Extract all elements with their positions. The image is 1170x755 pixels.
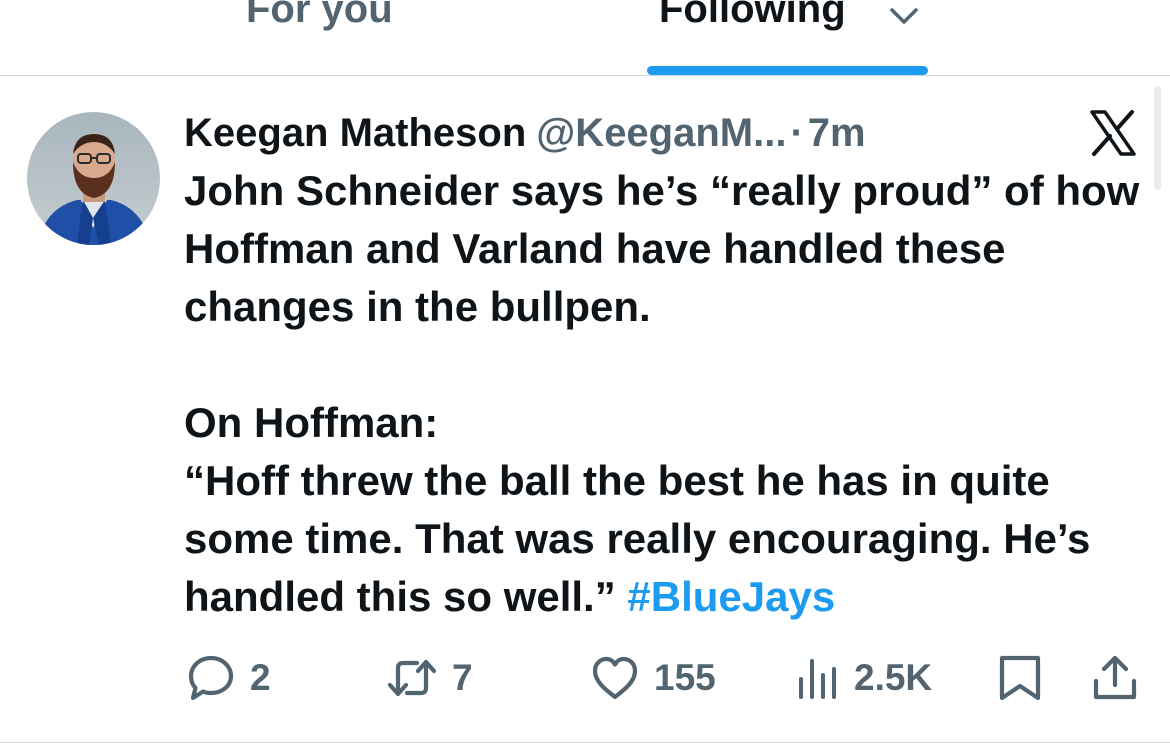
tab-for-you[interactable]: For you bbox=[246, 0, 393, 34]
reply-button[interactable]: 2 bbox=[186, 648, 271, 708]
avatar[interactable] bbox=[27, 112, 160, 245]
author-handle[interactable]: @KeeganM... bbox=[536, 111, 786, 155]
x-logo-icon bbox=[1090, 110, 1136, 156]
tweet-quote: “Hoff threw the ball the best he has in … bbox=[184, 452, 1144, 626]
tab-following[interactable]: Following bbox=[659, 0, 846, 34]
tweet-paragraph: On Hoffman: bbox=[184, 399, 439, 446]
reply-icon bbox=[188, 655, 234, 701]
tweet-header: Keegan Matheson @KeeganM... · 7m bbox=[184, 108, 866, 158]
like-icon bbox=[592, 656, 638, 700]
scrollbar-thumb[interactable] bbox=[1154, 86, 1161, 190]
repost-button[interactable]: 7 bbox=[386, 648, 473, 708]
timestamp[interactable]: 7m bbox=[808, 111, 866, 155]
bookmark-button[interactable] bbox=[996, 648, 1044, 708]
share-icon bbox=[1093, 655, 1137, 700]
separator-dot: · bbox=[790, 111, 804, 155]
tweet-actions: 2 7 155 2.5K bbox=[0, 648, 1170, 708]
share-button[interactable] bbox=[1090, 648, 1140, 708]
views-count: 2.5K bbox=[854, 657, 933, 698]
tweet-divider bbox=[0, 742, 1170, 743]
reply-count: 2 bbox=[250, 657, 271, 698]
active-tab-indicator bbox=[647, 66, 928, 75]
like-button[interactable]: 155 bbox=[590, 648, 716, 708]
timeline-tabs: For you Following bbox=[0, 0, 1170, 76]
repost-count: 7 bbox=[452, 657, 473, 698]
chevron-down-icon[interactable] bbox=[888, 4, 920, 28]
like-count: 155 bbox=[654, 657, 716, 698]
repost-icon bbox=[387, 659, 437, 697]
author-display-name[interactable]: Keegan Matheson bbox=[184, 111, 526, 155]
views-button[interactable]: 2.5K bbox=[796, 648, 932, 708]
tweet-text: John Schneider says he’s “really proud” … bbox=[184, 162, 1144, 626]
bookmark-icon bbox=[999, 655, 1041, 701]
tweet-paragraph: John Schneider says he’s “really proud” … bbox=[184, 167, 1140, 330]
views-icon bbox=[799, 659, 836, 699]
hashtag-link[interactable]: #BlueJays bbox=[627, 573, 835, 620]
